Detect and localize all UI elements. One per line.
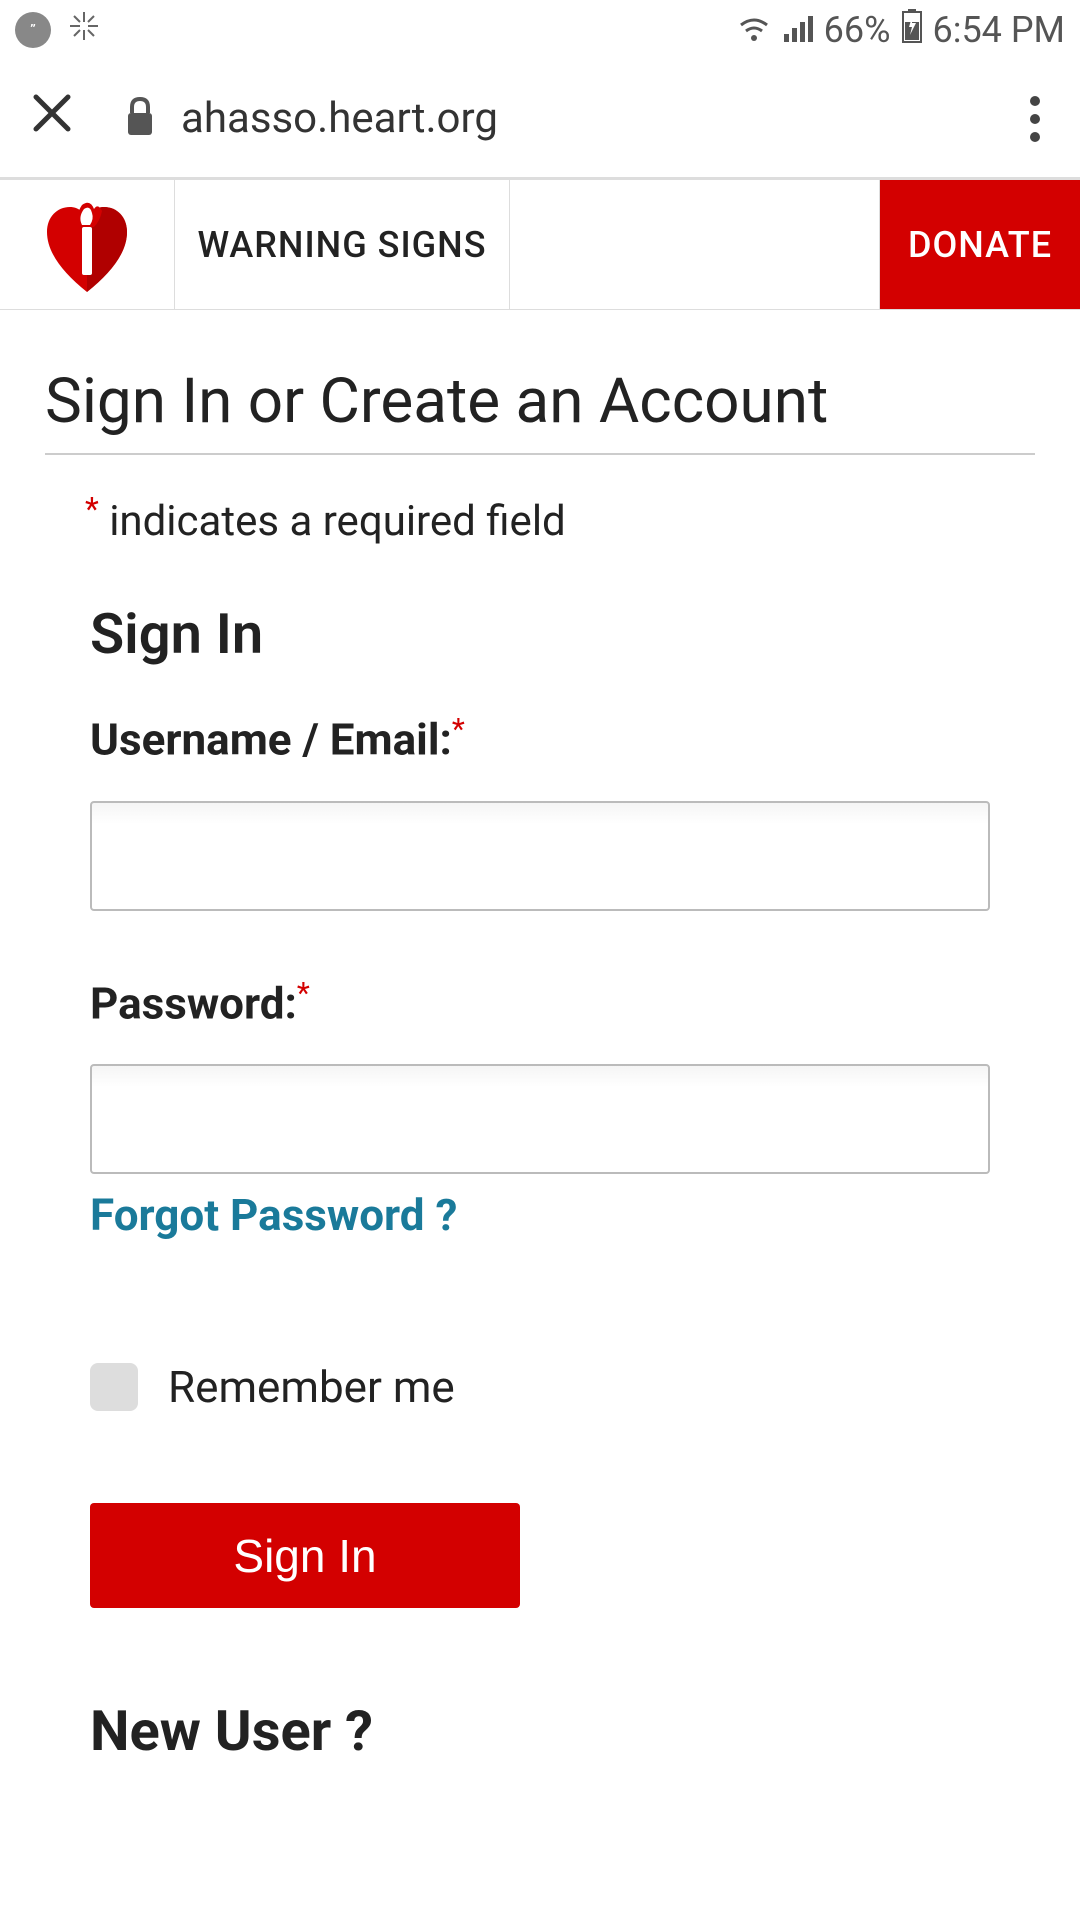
url-text: ahasso.heart.org <box>181 94 498 143</box>
nav-spacer <box>510 180 880 309</box>
site-header: WARNING SIGNS DONATE <box>0 180 1080 310</box>
signin-heading: Sign In <box>90 601 990 667</box>
remember-me-checkbox[interactable] <box>90 1363 138 1411</box>
donate-button[interactable]: DONATE <box>880 180 1080 309</box>
username-input[interactable] <box>90 801 990 911</box>
url-section[interactable]: ahasso.heart.org <box>124 94 970 143</box>
svg-text:”: ” <box>30 24 36 36</box>
password-input[interactable] <box>90 1064 990 1174</box>
signin-button[interactable]: Sign In <box>90 1503 520 1608</box>
clock-time: 6:54 PM <box>933 9 1066 51</box>
password-label: Password:* <box>90 976 990 1030</box>
lock-icon <box>124 97 156 141</box>
status-right: 66% 6:54 PM <box>736 9 1065 52</box>
main-content: Sign In or Create an Account * indicates… <box>0 310 1080 1764</box>
warning-signs-link[interactable]: WARNING SIGNS <box>175 180 510 309</box>
battery-percent: 66% <box>824 9 891 51</box>
asterisk-icon: * <box>85 490 99 528</box>
signin-button-label: Sign In <box>233 1529 376 1583</box>
donate-label: DONATE <box>908 224 1052 266</box>
remember-me-label: Remember me <box>168 1361 455 1413</box>
heart-torch-logo-icon <box>42 197 132 292</box>
chat-notification-icon: ” <box>15 12 51 48</box>
close-icon[interactable] <box>30 90 74 148</box>
battery-icon <box>901 9 923 52</box>
signin-form: Sign In Username / Email:* Password:* Fo… <box>45 601 1035 1764</box>
required-note-text: indicates a required field <box>109 497 566 546</box>
more-menu-icon[interactable] <box>1020 86 1050 152</box>
new-user-heading: New User ? <box>90 1698 990 1764</box>
sparkle-icon <box>66 8 102 53</box>
username-label: Username / Email:* <box>90 712 990 766</box>
forgot-password-link[interactable]: Forgot Password ? <box>90 1189 457 1241</box>
page-title: Sign In or Create an Account <box>45 365 1035 455</box>
status-left: ” <box>15 8 102 53</box>
remember-me-row: Remember me <box>90 1361 990 1413</box>
warning-signs-label: WARNING SIGNS <box>197 224 486 266</box>
wifi-icon <box>736 9 772 51</box>
logo[interactable] <box>0 180 175 309</box>
browser-bar: ahasso.heart.org <box>0 60 1080 180</box>
required-field-note: * indicates a required field <box>85 490 1035 546</box>
status-bar: ” <box>0 0 1080 60</box>
signal-icon <box>782 9 814 51</box>
